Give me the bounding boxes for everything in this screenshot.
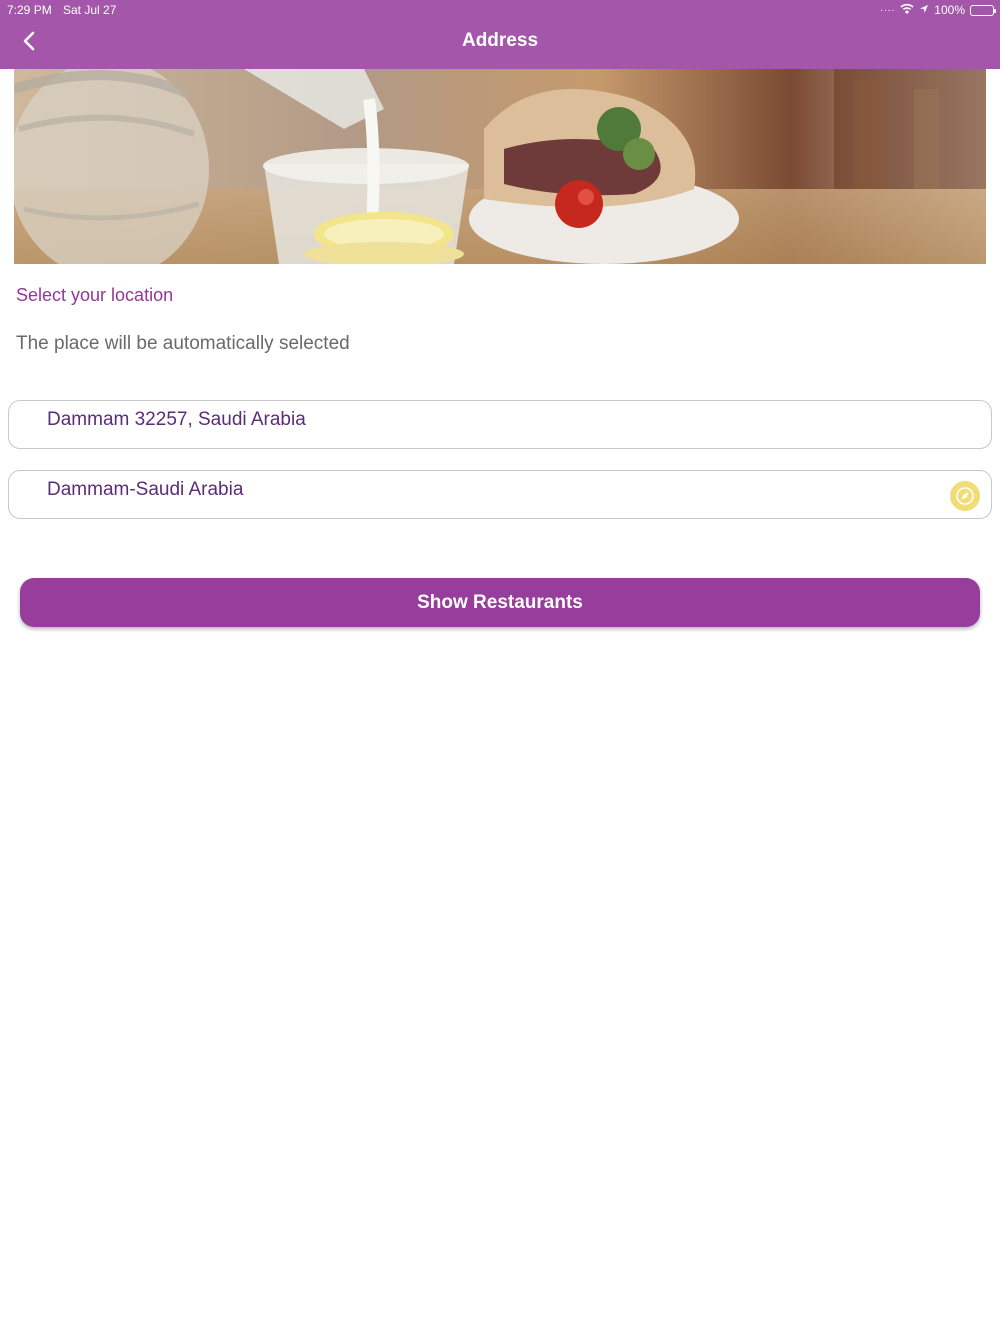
section-subtitle: The place will be automatically selected (16, 333, 350, 354)
address-field[interactable]: Dammam 32257, Saudi Arabia (8, 400, 992, 449)
show-restaurants-button[interactable]: Show Restaurants (20, 578, 980, 627)
page-title: Address (461, 30, 539, 51)
nav-bar: 7:29 PM Sat Jul 27 .... 100% Address (0, 0, 1000, 69)
battery-percent: 100% (934, 3, 965, 17)
compass-icon[interactable] (950, 481, 980, 511)
address-field-value: Dammam 32257, Saudi Arabia (47, 409, 306, 430)
banner-image (14, 69, 986, 264)
status-time: 7:29 PM (7, 3, 52, 17)
battery-icon (970, 4, 996, 16)
city-field-value: Dammam-Saudi Arabia (47, 479, 244, 500)
signal-dots: .... (880, 3, 896, 14)
section-title: Select your location (16, 285, 174, 305)
status-indicators: .... 100% (880, 2, 996, 18)
wifi-icon (900, 3, 914, 17)
location-arrow-icon (919, 3, 929, 17)
status-date: Sat Jul 27 (63, 3, 117, 17)
city-field[interactable]: Dammam-Saudi Arabia (8, 470, 992, 519)
